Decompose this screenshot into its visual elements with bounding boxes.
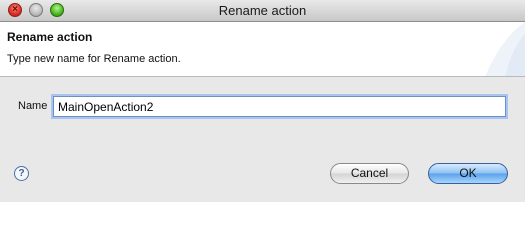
ok-button[interactable]: OK <box>428 163 508 184</box>
cancel-button[interactable]: Cancel <box>330 163 409 184</box>
header-banner-graphic <box>485 22 525 76</box>
name-input[interactable] <box>53 96 506 117</box>
help-icon[interactable]: ? <box>14 166 29 181</box>
header-description: Type new name for Rename action. <box>7 53 181 65</box>
dialog-header: Rename action Type new name for Rename a… <box>0 22 525 77</box>
name-label: Name <box>18 100 48 112</box>
header-title: Rename action <box>7 30 93 44</box>
title-bar: × Rename action <box>0 0 525 22</box>
rename-action-dialog: × Rename action Rename action Type new n… <box>0 0 525 202</box>
window-title: Rename action <box>218 3 307 18</box>
